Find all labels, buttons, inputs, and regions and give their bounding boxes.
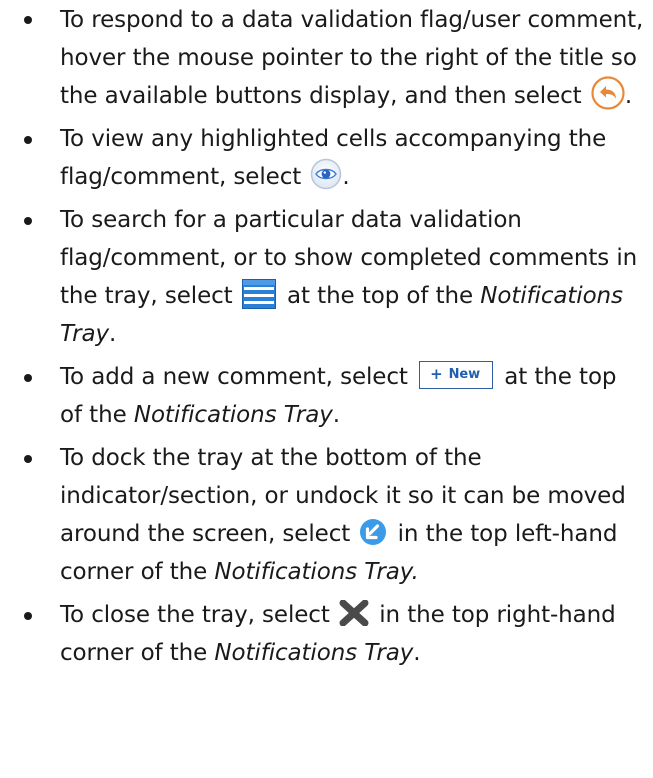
item-text-end: . — [109, 321, 117, 347]
dock-arrow-icon — [359, 518, 387, 546]
tray-name: Notifications Tray. — [214, 559, 419, 585]
item-text-mid: at the top of the — [279, 283, 481, 309]
bullet-dot — [24, 612, 32, 620]
tray-name: Notifications Tray — [214, 640, 414, 666]
instructions-list: To respond to a data validation flag/use… — [0, 0, 653, 677]
list-item-respond: To respond to a data validation flag/use… — [0, 0, 653, 115]
list-item-dock: To dock the tray at the bottom of the in… — [0, 439, 653, 591]
plus-icon: + — [430, 365, 443, 383]
item-text-end: . — [332, 402, 340, 428]
item-text: To respond to a data validation flag/use… — [60, 7, 644, 109]
list-item-close: To close the tray, select in the top rig… — [0, 596, 653, 672]
item-text-end: . — [342, 164, 350, 190]
hamburger-menu-icon — [241, 278, 276, 309]
tray-name: Notifications Tray — [133, 402, 333, 428]
list-item-add-comment: To add a new comment, select + New at the… — [0, 358, 653, 434]
new-button-label: New — [448, 367, 481, 382]
eye-icon — [310, 158, 342, 190]
reply-arrow-icon — [591, 75, 625, 110]
bullet-dot — [24, 374, 32, 382]
list-item-search: To search for a particular data validati… — [0, 201, 653, 353]
item-text-end: . — [413, 640, 421, 666]
bullet-dot — [24, 455, 32, 463]
bullet-dot — [24, 217, 32, 225]
close-x-icon — [339, 599, 369, 626]
new-comment-button: + New — [419, 360, 494, 389]
bullet-dot — [24, 16, 32, 24]
bullet-dot — [24, 136, 32, 144]
item-text-end: . — [624, 83, 633, 109]
list-item-view-cells: To view any highlighted cells accompanyi… — [0, 120, 653, 196]
item-text: To add a new comment, select — [60, 364, 408, 390]
item-text: To close the tray, select — [60, 602, 330, 628]
